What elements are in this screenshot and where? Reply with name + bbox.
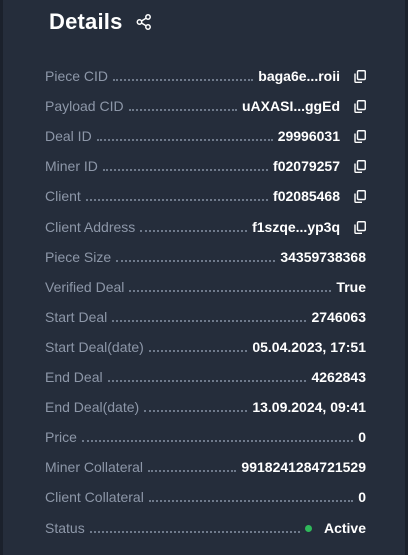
detail-row-piece-cid: Piece CID baga6e...roii [45,62,366,92]
end-deal-label: End Deal [45,369,103,386]
dotted-leader [85,199,269,202]
page-title: Details [49,9,123,34]
detail-row-client-address: Client Address f1szqe...yp3q [45,212,366,242]
start-deal-date-value: 05.04.2023, 17:51 [252,338,366,355]
miner-id-label: Miner ID [45,158,98,175]
dotted-leader [112,319,307,322]
detail-row-payload-cid: Payload CID uAXASI...ggEd [45,92,366,122]
dotted-leader [148,500,354,503]
details-list: Piece CID baga6e...roii Payload CID uAXASI.… [45,62,366,544]
detail-row-client: Client f02085468 [45,182,366,212]
copy-icon[interactable] [354,160,366,174]
dotted-leader [96,139,273,142]
deal-id-value: 29996031 [277,128,340,145]
miner-collateral-label: Miner Collateral [45,459,144,476]
detail-row-price: Price 0 [45,423,366,453]
copy-icon[interactable] [354,70,366,84]
start-deal-value: 2746063 [311,308,366,325]
dotted-leader [89,530,300,533]
dotted-leader [102,169,269,172]
dotted-leader [148,349,248,352]
client-address-value: f1szqe...yp3q [252,218,340,235]
detail-row-end-deal: End Deal 4262843 [45,363,366,393]
details-panel: Details Piece CID baga6e...roii Payload CI… [0,0,408,555]
detail-row-verified-deal: Verified Deal True [45,273,366,303]
status-value: Active [323,519,366,536]
detail-row-start-deal-date: Start Deal(date) 05.04.2023, 17:51 [45,333,366,363]
dotted-leader [129,289,332,292]
detail-row-piece-size: Piece Size 34359738368 [45,243,366,273]
detail-row-miner-collateral: Miner Collateral 9918241284721529 [45,453,366,483]
share-icon[interactable] [135,13,153,31]
dotted-leader [140,229,248,232]
client-label: Client [45,188,81,205]
copy-icon[interactable] [354,220,366,234]
start-deal-date-label: Start Deal(date) [45,338,144,355]
deal-id-label: Deal ID [45,128,92,145]
piece-size-label: Piece Size [45,248,112,265]
detail-row-miner-id: Miner ID f02079257 [45,152,366,182]
piece-cid-label: Piece CID [45,68,109,85]
panel-edge-left [0,0,3,555]
piece-cid-value: baga6e...roii [258,68,340,85]
status-label: Status [45,519,85,536]
details-header: Details [49,8,153,36]
copy-icon[interactable] [354,130,366,144]
dotted-leader [144,410,248,413]
miner-collateral-value: 9918241284721529 [241,459,366,476]
detail-row-status: Status Active [45,513,366,543]
copy-icon[interactable] [354,100,366,114]
client-collateral-label: Client Collateral [45,489,144,506]
client-value: f02085468 [273,188,340,205]
start-deal-label: Start Deal [45,308,108,325]
end-deal-value: 4262843 [311,369,366,386]
piece-size-value: 34359738368 [280,248,366,265]
client-address-label: Client Address [45,218,136,235]
detail-row-end-deal-date: End Deal(date) 13.09.2024, 09:41 [45,393,366,423]
end-deal-date-label: End Deal(date) [45,399,140,416]
dotted-leader [128,109,237,112]
end-deal-date-value: 13.09.2024, 09:41 [252,399,366,416]
detail-row-start-deal: Start Deal 2746063 [45,303,366,333]
miner-id-value: f02079257 [273,158,340,175]
detail-row-client-collateral: Client Collateral 0 [45,483,366,513]
verified-deal-value: True [336,278,366,295]
dotted-leader [107,380,307,383]
verified-deal-label: Verified Deal [45,278,125,295]
dotted-leader [113,79,254,82]
copy-icon[interactable] [354,190,366,204]
dotted-leader [116,259,276,262]
payload-cid-value: uAXASI...ggEd [242,98,340,115]
detail-row-deal-id: Deal ID 29996031 [45,122,366,152]
client-collateral-value: 0 [358,489,366,506]
dotted-leader [81,440,354,443]
dotted-leader [148,470,237,473]
price-value: 0 [358,429,366,446]
status-dot-icon [304,524,312,532]
price-label: Price [45,429,77,446]
payload-cid-label: Payload CID [45,98,124,115]
